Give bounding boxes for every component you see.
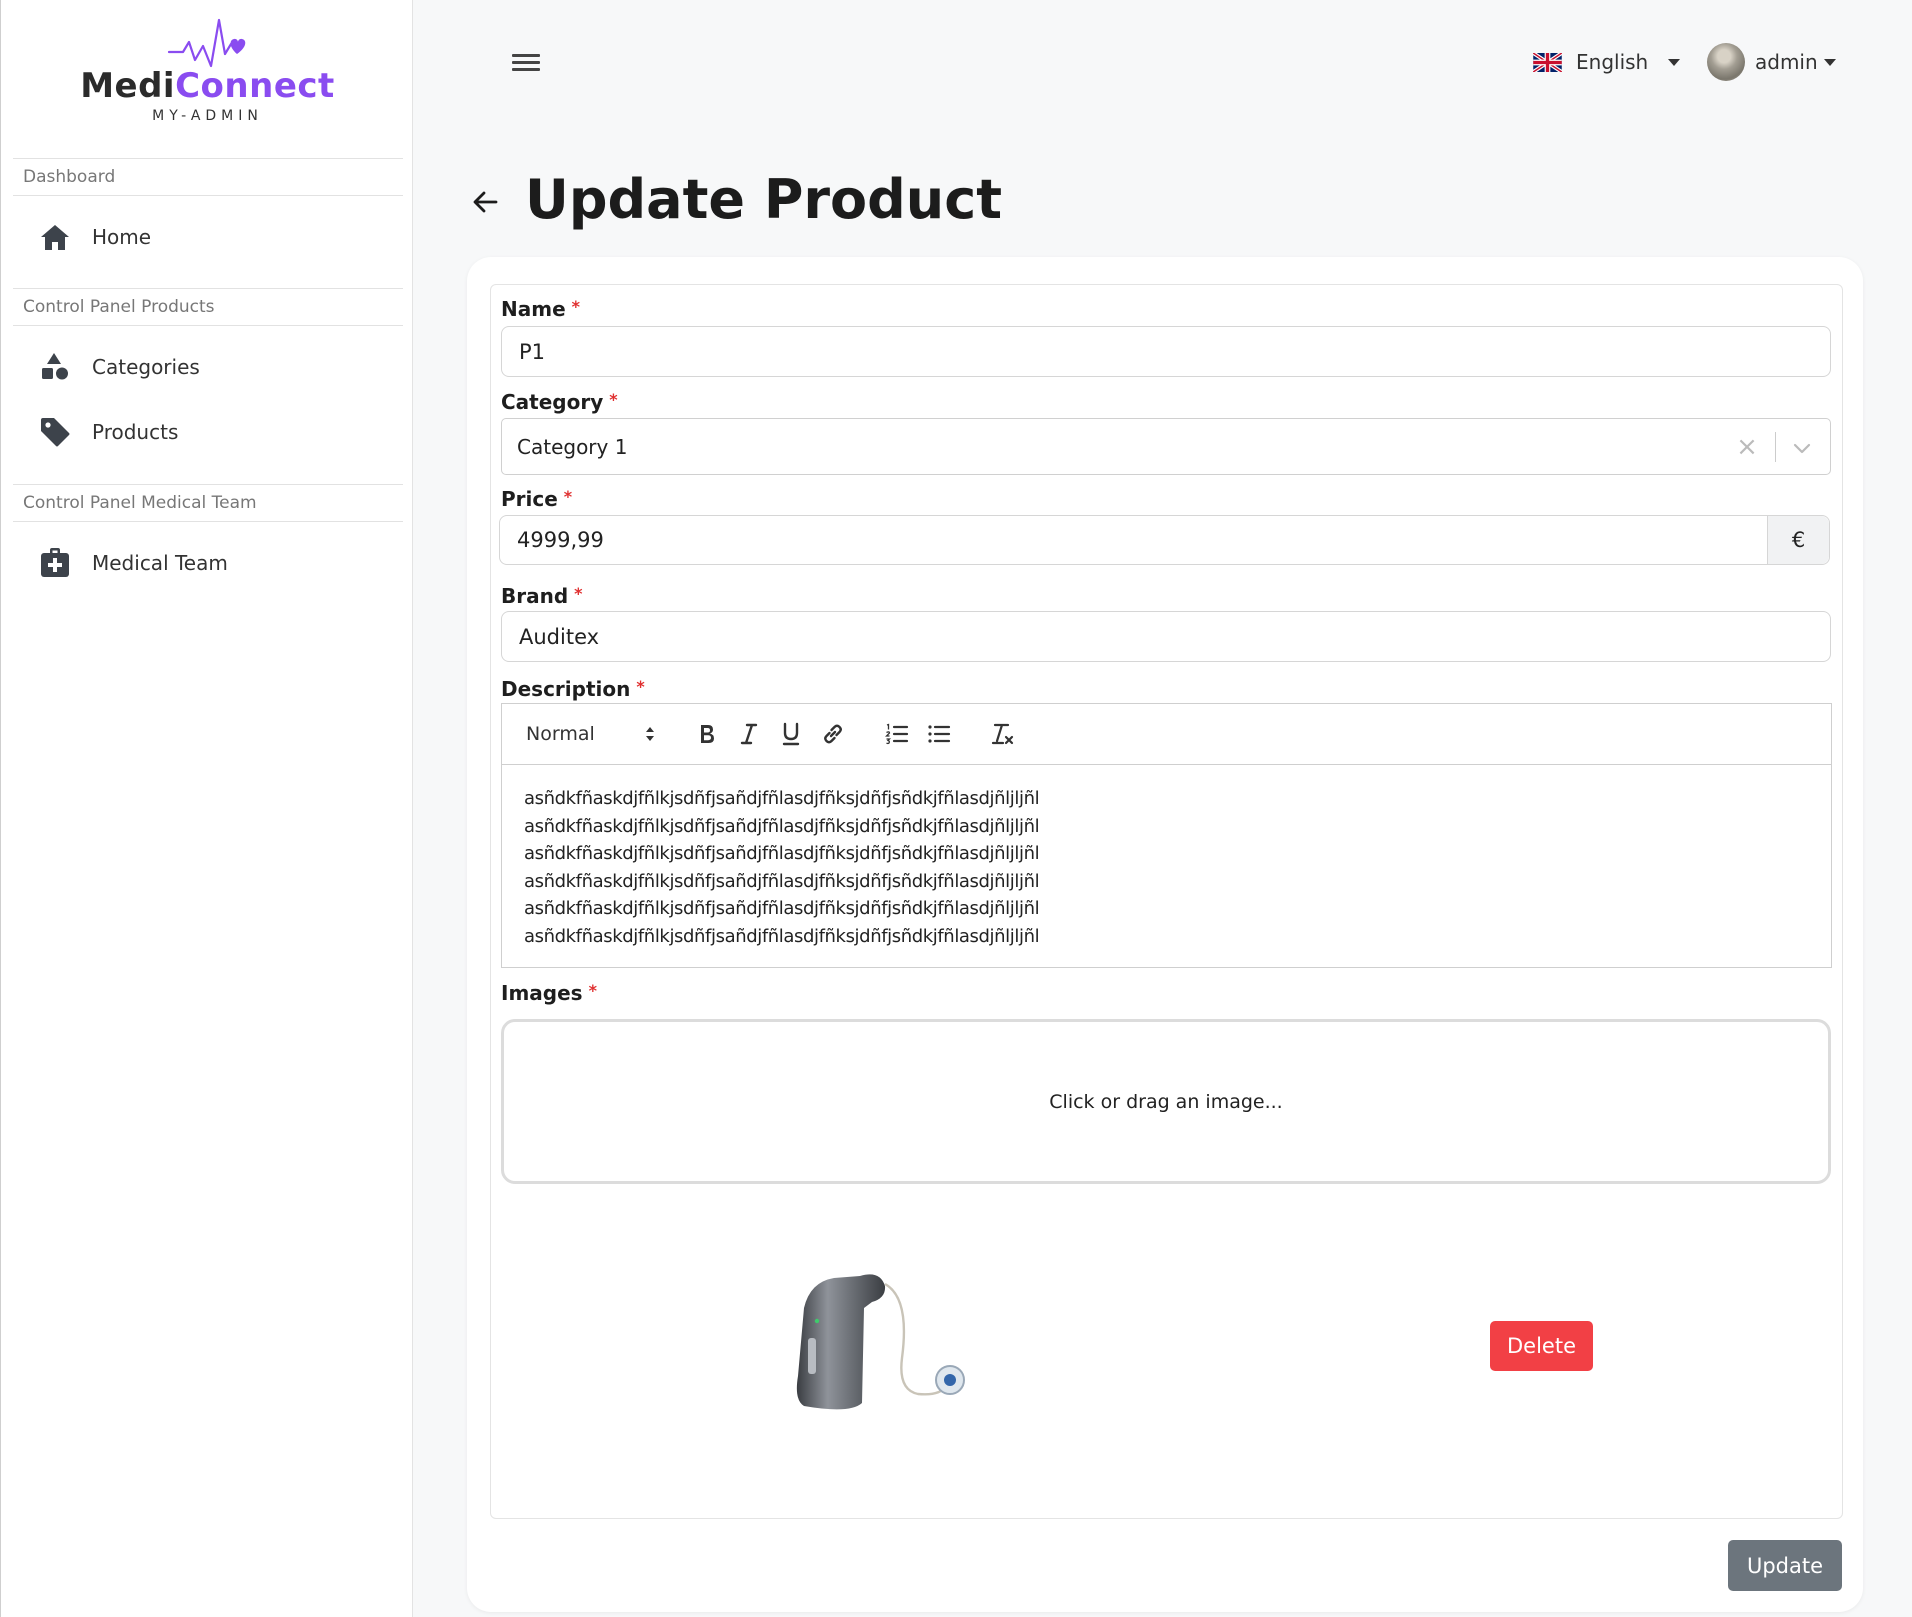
name-label: Name *	[501, 297, 580, 321]
images-label: Images *	[501, 981, 597, 1005]
sidebar-item-label: Products	[92, 420, 179, 444]
caret-down-icon	[1668, 58, 1681, 66]
hamburger-line	[512, 54, 540, 57]
editor-line: asñdkfñaskdjfñlkjsdñfjsañdjfñlasdjfñksjd…	[524, 870, 1040, 892]
sidebar-item-label: Home	[92, 225, 152, 249]
sidebar-item-label: Medical Team	[92, 551, 228, 575]
heartbeat-logo-icon	[167, 18, 246, 68]
medical-kit-icon	[35, 543, 75, 583]
logo[interactable]: MediConnect MY-ADMIN	[1, 0, 414, 150]
image-dropzone[interactable]: Click or drag an image...	[501, 1019, 1831, 1184]
bullet-list-button[interactable]	[924, 718, 954, 750]
brand-label: Brand *	[501, 584, 583, 608]
format-select[interactable]: Normal	[526, 718, 656, 750]
italic-button[interactable]	[734, 718, 764, 750]
caret-down-icon	[1823, 58, 1836, 66]
shapes-icon	[35, 347, 75, 387]
hamburger-line	[512, 68, 540, 71]
ordered-list-button[interactable]	[882, 718, 912, 750]
brand-input[interactable]: Auditex	[501, 611, 1831, 662]
required-mark: *	[571, 297, 581, 316]
clear-icon[interactable]: ×	[1734, 433, 1760, 461]
description-label: Description *	[501, 677, 645, 701]
required-mark: *	[563, 487, 573, 506]
brand-label-text: Brand	[501, 584, 569, 608]
link-button[interactable]	[818, 718, 848, 750]
hamburger-line	[512, 61, 540, 64]
language-label: English	[1576, 50, 1649, 74]
clear-format-icon	[991, 723, 1014, 745]
category-label: Category *	[501, 390, 618, 414]
sidebar-item-products[interactable]: Products	[13, 404, 403, 460]
user-menu[interactable]: admin	[1707, 42, 1836, 82]
editor-line: asñdkfñaskdjfñlkjsdñfjsañdjfñlasdjfñksjd…	[524, 788, 1040, 809]
category-label-text: Category	[501, 390, 604, 414]
language-selector[interactable]: English	[1533, 46, 1681, 78]
avatar	[1707, 43, 1745, 81]
editor-toolbar: Normal	[501, 703, 1832, 765]
editor-line: asñdkfñaskdjfñlkjsdñfjsañdjfñlasdjfñksjd…	[524, 898, 1040, 919]
required-mark: *	[574, 584, 583, 603]
category-selected-value: Category 1	[517, 434, 628, 459]
page-title: Update Product	[525, 168, 1003, 231]
uk-flag-icon	[1533, 52, 1562, 72]
sidebar-item-home[interactable]: Home	[13, 209, 403, 265]
select-separator	[1775, 432, 1776, 462]
hearing-aid-image	[796, 1274, 965, 1410]
dropzone-text: Click or drag an image...	[1049, 1090, 1283, 1113]
logo-medi: Medi	[80, 66, 176, 106]
section-title-dashboard: Dashboard	[13, 158, 403, 196]
logo-wordmark: MediConnect	[1, 66, 414, 106]
menu-toggle-button[interactable]	[512, 50, 548, 76]
section-title-products: Control Panel Products	[13, 288, 403, 326]
category-select[interactable]: Category 1 ×	[501, 418, 1831, 475]
updown-arrows-icon	[646, 727, 654, 741]
sidebar-item-medical-team[interactable]: Medical Team	[13, 535, 403, 591]
back-arrow-icon[interactable]	[470, 186, 502, 218]
price-input-group: 4999,99 €	[499, 515, 1830, 565]
update-button[interactable]: Update	[1728, 1540, 1842, 1591]
required-mark: *	[588, 981, 597, 1000]
required-mark: *	[636, 677, 645, 696]
tag-icon	[35, 412, 75, 452]
required-mark: *	[609, 390, 618, 409]
link-icon	[824, 724, 842, 744]
underline-button[interactable]	[776, 718, 806, 750]
home-icon	[35, 217, 75, 257]
sidebar-item-label: Categories	[92, 355, 200, 379]
chevron-down-icon[interactable]	[1790, 436, 1814, 460]
clear-format-button[interactable]	[988, 718, 1018, 750]
ordered-list-icon	[885, 723, 909, 745]
username-label: admin	[1755, 50, 1818, 74]
bold-icon	[701, 725, 714, 743]
underline-icon	[782, 722, 800, 746]
logo-subtitle: MY-ADMIN	[152, 108, 263, 124]
currency-addon: €	[1767, 516, 1829, 564]
name-input[interactable]: P1	[501, 326, 1831, 377]
price-label: Price *	[501, 487, 572, 511]
sidebar-item-categories[interactable]: Categories	[13, 339, 403, 395]
sidebar: MediConnect MY-ADMIN Dashboard Home Cont…	[0, 0, 413, 1617]
price-label-text: Price	[501, 487, 558, 511]
description-label-text: Description	[501, 677, 631, 701]
price-input[interactable]: 4999,99	[500, 516, 1767, 564]
bold-button[interactable]	[692, 718, 722, 750]
format-select-label: Normal	[526, 723, 595, 745]
section-title-medical-team: Control Panel Medical Team	[13, 484, 403, 522]
description-editor[interactable]: asñdkfñaskdjfñlkjsdñfjsañdjfñlasdjfñksjd…	[501, 765, 1832, 968]
bullet-list-icon	[928, 725, 951, 743]
delete-image-button[interactable]: Delete	[1490, 1321, 1593, 1371]
name-label-text: Name	[501, 297, 566, 321]
editor-line: asñdkfñaskdjfñlkjsdñfjsañdjfñlasdjfñksjd…	[524, 815, 1040, 837]
editor-line: asñdkfñaskdjfñlkjsdñfjsañdjfñlasdjfñksjd…	[524, 925, 1040, 947]
editor-line: asñdkfñaskdjfñlkjsdñfjsañdjfñlasdjfñksjd…	[524, 843, 1040, 864]
logo-connect: Connect	[175, 66, 335, 106]
images-label-text: Images	[501, 981, 583, 1005]
italic-icon	[740, 723, 758, 745]
